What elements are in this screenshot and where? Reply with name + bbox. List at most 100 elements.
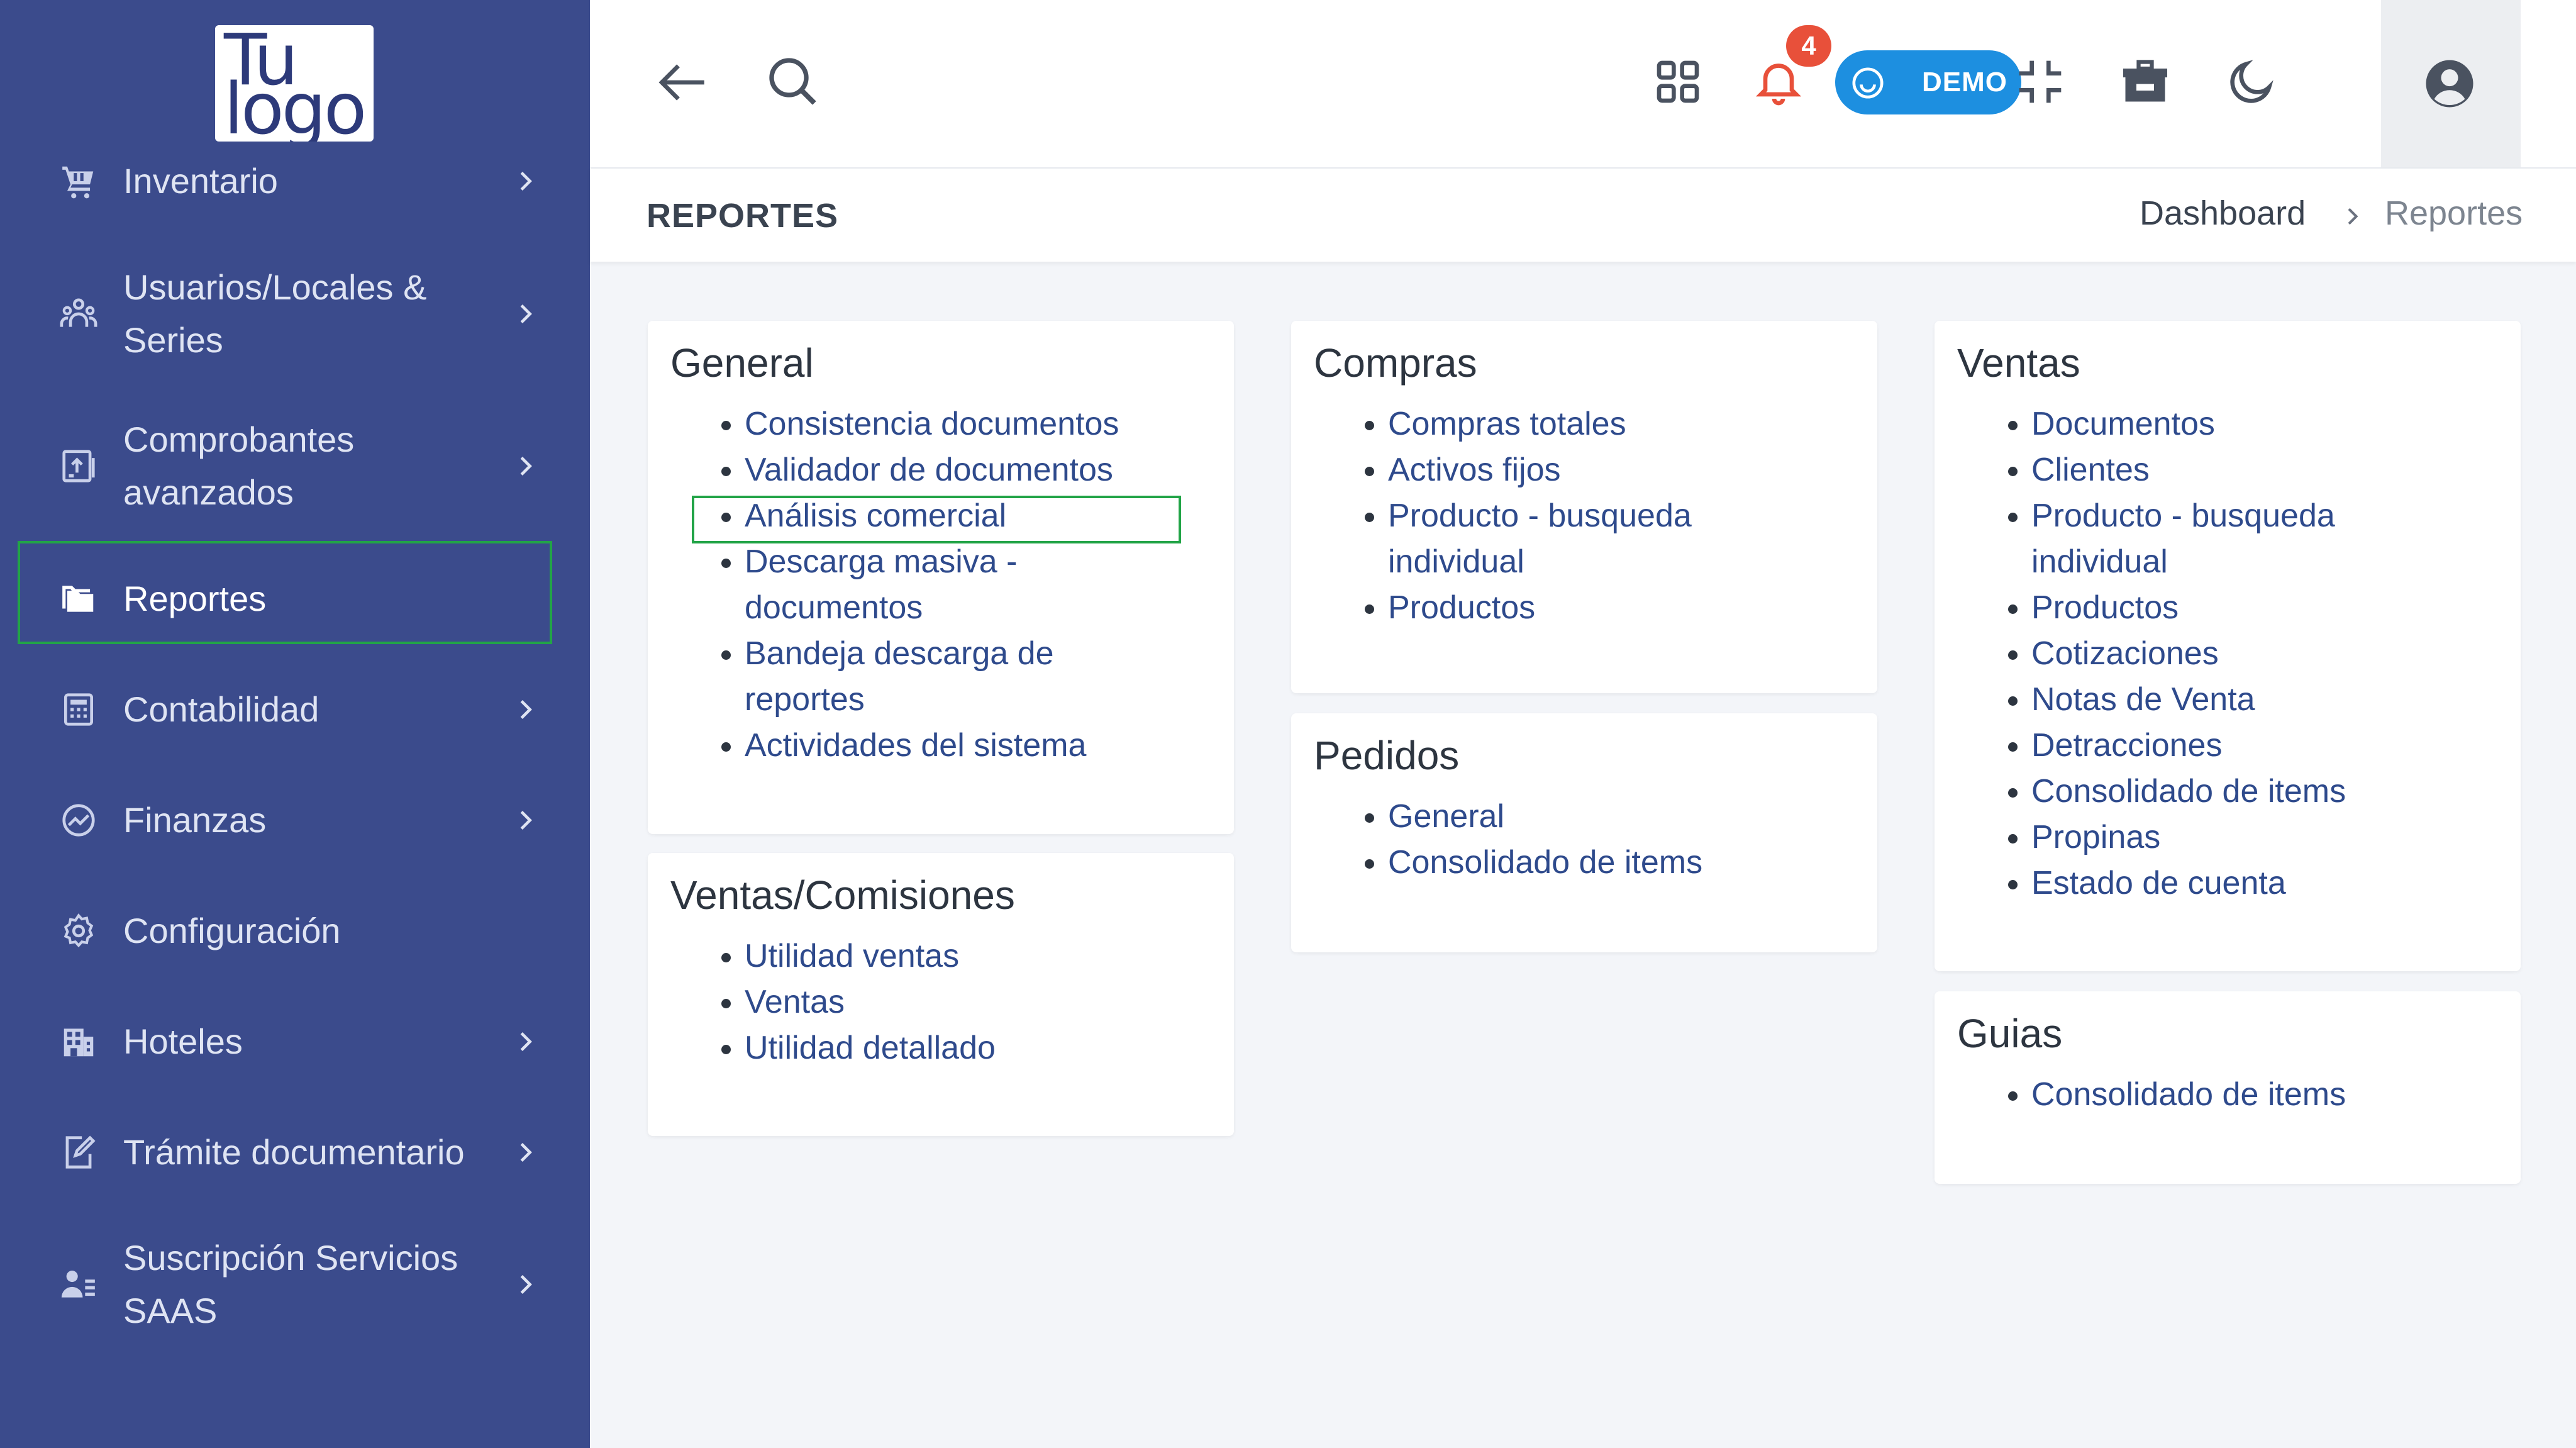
card-title: Guias: [1957, 1011, 2063, 1056]
card-pedidos: Pedidos General Consolidado de items: [1291, 713, 1877, 952]
list-item: Utilidad ventas: [745, 933, 1298, 979]
sidebar-item-contabilidad[interactable]: Contabilidad: [0, 683, 590, 736]
card-general: General Consistencia documentos Validado…: [648, 321, 1234, 834]
sidebar-item-label: Inventario: [123, 161, 278, 201]
chevron-right-icon: [511, 299, 540, 328]
user-menu-button[interactable]: [2381, 0, 2521, 167]
moon-icon[interactable]: [2225, 55, 2278, 108]
sidebar-item-comprobantes[interactable]: Comprobantes avanzados: [0, 413, 590, 519]
report-list: Consolidado de items: [1935, 1072, 2576, 1118]
active-item-highlight: [18, 541, 552, 644]
report-link[interactable]: Compras totales: [1388, 406, 1626, 442]
sidebar-item-inventario[interactable]: Inventario: [0, 155, 590, 208]
report-link[interactable]: Utilidad detallado: [745, 1030, 996, 1066]
report-link[interactable]: Bandeja descarga de reportes: [745, 635, 1054, 718]
sidebar-item-label: Usuarios/Locales & Series: [123, 267, 427, 360]
report-link[interactable]: Ventas: [745, 984, 845, 1020]
report-link[interactable]: Activos fijos: [1388, 452, 1561, 488]
chevron-right-icon: [2340, 204, 2365, 229]
report-link[interactable]: Productos: [1388, 589, 1535, 626]
report-link[interactable]: Notas de Venta: [2031, 681, 2255, 718]
report-list: Utilidad ventas Ventas Utilidad detallad…: [648, 933, 1298, 1071]
report-link[interactable]: Cotizaciones: [2031, 635, 2219, 672]
list-item: Consolidado de items: [2031, 769, 2576, 815]
users-icon: [57, 292, 101, 336]
card-title: Ventas: [1957, 340, 2080, 386]
logo-line-2: logo: [224, 69, 367, 142]
card-title: Ventas/Comisiones: [670, 872, 1015, 918]
list-item: Consistencia documentos: [745, 401, 1298, 447]
list-item: Descarga masiva - documentos: [745, 539, 1072, 631]
list-item: Consolidado de items: [2031, 1072, 2576, 1118]
card-title: General: [670, 340, 814, 386]
sidebar-item-label: Hoteles: [123, 1022, 243, 1061]
report-list: Compras totales Activos fijos Producto -…: [1291, 401, 1941, 631]
list-item: Activos fijos: [1388, 447, 1941, 493]
report-link[interactable]: Consistencia documentos: [745, 406, 1119, 442]
store-icon[interactable]: [2118, 55, 2172, 108]
report-link[interactable]: Propinas: [2031, 819, 2160, 855]
report-link[interactable]: Producto - busqueda individual: [2031, 498, 2335, 580]
sidebar-item-label: Contabilidad: [123, 689, 319, 729]
sidebar-item-suscripcion[interactable]: Suscripción Servicios SAAS: [0, 1232, 590, 1337]
list-item: Bandeja descarga de reportes: [745, 631, 1097, 723]
search-icon[interactable]: [765, 53, 820, 109]
chevron-right-icon: [511, 1027, 540, 1056]
card-ventas-comisiones: Ventas/Comisiones Utilidad ventas Ventas…: [648, 853, 1234, 1136]
chevron-right-icon: [511, 1138, 540, 1167]
report-link[interactable]: Clientes: [2031, 452, 2150, 488]
report-link[interactable]: Consolidado de items: [1388, 844, 1702, 881]
back-arrow-icon[interactable]: [653, 54, 713, 111]
report-list: Documentos Clientes Producto - busqueda …: [1935, 401, 2576, 906]
sidebar: Tu logo Inventario Usuarios/Locales & Se…: [0, 0, 590, 1448]
list-item: Propinas: [2031, 815, 2576, 860]
list-item: Cotizaciones: [2031, 631, 2576, 677]
report-link[interactable]: Productos: [2031, 589, 2179, 626]
list-item: Producto - busqueda individual: [1388, 493, 1778, 585]
user-circle-icon: [2421, 55, 2478, 112]
apps-grid-icon[interactable]: [1653, 57, 1703, 107]
report-link[interactable]: Producto - busqueda individual: [1388, 498, 1692, 580]
report-link[interactable]: Descarga masiva - documentos: [745, 543, 1017, 626]
report-link[interactable]: Documentos: [2031, 406, 2215, 442]
list-item: Utilidad detallado: [745, 1025, 1298, 1071]
list-item: Documentos: [2031, 401, 2576, 447]
sidebar-item-usuarios[interactable]: Usuarios/Locales & Series: [0, 261, 590, 367]
card-ventas: Ventas Documentos Clientes Producto - bu…: [1935, 321, 2521, 971]
sidebar-item-label: Finanzas: [123, 800, 267, 840]
company-logo[interactable]: Tu logo: [215, 25, 374, 142]
selection-highlight: [692, 496, 1181, 543]
page-header: REPORTES Dashboard Reportes: [590, 167, 2576, 262]
edit-document-icon: [57, 1130, 101, 1174]
list-item: Producto - busqueda individual: [2031, 493, 2421, 585]
demo-toggle-button[interactable]: DEMO: [1835, 50, 2021, 114]
report-link[interactable]: Consolidado de items: [2031, 773, 2346, 810]
list-item: Actividades del sistema: [745, 723, 1298, 769]
report-link[interactable]: Consolidado de items: [2031, 1076, 2346, 1113]
report-link[interactable]: General: [1388, 798, 1504, 835]
report-link[interactable]: Utilidad ventas: [745, 938, 959, 974]
report-link[interactable]: Detracciones: [2031, 727, 2222, 764]
report-link[interactable]: Actividades del sistema: [745, 727, 1086, 764]
sidebar-item-hoteles[interactable]: Hoteles: [0, 1015, 590, 1068]
list-item: Estado de cuenta: [2031, 860, 2576, 906]
compress-icon[interactable]: [2015, 57, 2065, 107]
cart-icon: [57, 159, 101, 203]
breadcrumb-dashboard[interactable]: Dashboard: [2140, 194, 2306, 233]
sidebar-item-configuracion[interactable]: Configuración: [0, 905, 590, 957]
sidebar-item-finanzas[interactable]: Finanzas: [0, 794, 590, 847]
gear-icon: [57, 909, 101, 953]
report-link[interactable]: Validador de documentos: [745, 452, 1113, 488]
sidebar-item-label: Suscripción Servicios SAAS: [123, 1238, 458, 1330]
sidebar-item-tramite[interactable]: Trámite documentario: [0, 1126, 590, 1179]
breadcrumb-current: Reportes: [2385, 194, 2523, 232]
report-list: Consistencia documentos Validador de doc…: [648, 401, 1298, 769]
chevron-right-icon: [511, 452, 540, 481]
list-item: Consolidado de items: [1388, 840, 1941, 886]
sidebar-item-label: Trámite documentario: [123, 1132, 465, 1172]
card-guias: Guias Consolidado de items: [1935, 991, 2521, 1184]
report-link[interactable]: Estado de cuenta: [2031, 865, 2286, 901]
demo-label: DEMO: [1922, 67, 2007, 97]
chart-circle-icon: [57, 798, 101, 842]
smile-icon: [1850, 65, 1885, 101]
